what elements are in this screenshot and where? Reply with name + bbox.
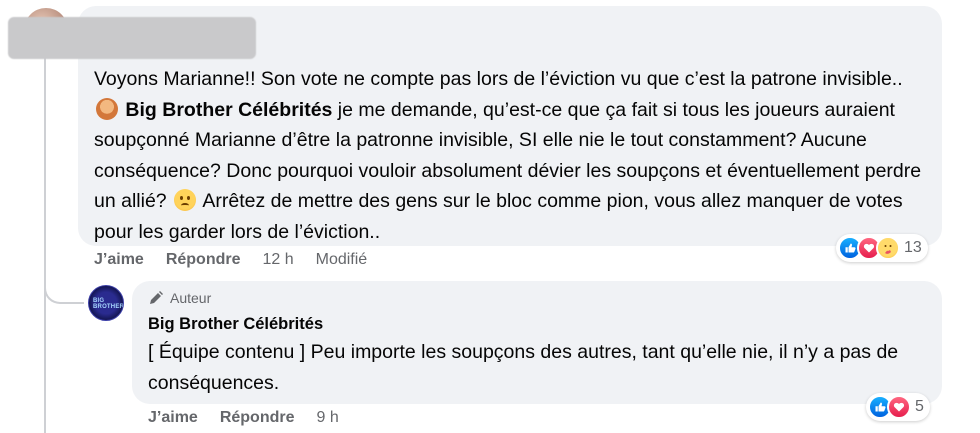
- page-avatar[interactable]: BIG BROTHER: [88, 285, 124, 321]
- reply-author-name[interactable]: Big Brother Célébrités: [148, 315, 323, 334]
- person-tipping-hand-icon: [96, 97, 118, 120]
- comment-text: Voyons Marianne!! Son vote ne compte pas…: [94, 68, 922, 243]
- love-reaction-icon: [887, 395, 911, 419]
- reply-link[interactable]: Répondre: [220, 408, 295, 428]
- reactions-summary[interactable]: 5: [866, 393, 930, 421]
- thread-connector: [44, 272, 84, 304]
- timestamp[interactable]: 12 h: [262, 250, 293, 270]
- care-reaction-icon: [876, 236, 900, 260]
- confused-face-icon: [174, 189, 197, 211]
- reply-actions: J’aime Répondre 9 h: [148, 408, 339, 428]
- reply-text: [ Équipe contenu ] Peu importe les soupç…: [148, 341, 899, 394]
- thread-line-lower: [44, 296, 46, 433]
- thread-line: [44, 44, 46, 296]
- reply-link[interactable]: Répondre: [166, 250, 241, 270]
- timestamp[interactable]: 9 h: [316, 408, 338, 428]
- like-link[interactable]: J’aime: [148, 408, 198, 428]
- reactions-summary[interactable]: 13: [836, 234, 928, 262]
- pencil-icon: [150, 291, 163, 304]
- author-badge: Auteur: [148, 290, 211, 306]
- edited-label[interactable]: Modifié: [316, 250, 368, 270]
- redacted-commenter-name: [8, 17, 256, 59]
- author-badge-label: Auteur: [170, 290, 212, 306]
- like-link[interactable]: J’aime: [94, 250, 144, 270]
- reaction-count: 13: [904, 239, 922, 256]
- page-mention-link[interactable]: Big Brother Célébrités: [125, 99, 332, 121]
- reaction-count: 5: [915, 398, 924, 415]
- comment-actions: J’aime Répondre 12 h Modifié: [94, 250, 367, 270]
